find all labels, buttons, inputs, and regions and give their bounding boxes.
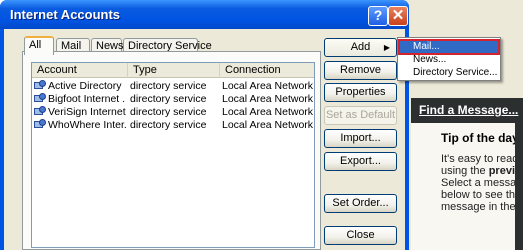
tip-text-line: using the previ <box>441 165 523 177</box>
tip-text-line: Select a message <box>441 177 523 189</box>
menu-item-news[interactable]: News... <box>400 54 498 66</box>
account-name-cell: VeriSign Internet ... <box>34 106 126 119</box>
table-row[interactable]: VeriSign Internet ... directory service … <box>32 106 314 119</box>
menu-item-mail[interactable]: Mail... <box>398 39 500 55</box>
account-name: Active Directory <box>48 80 122 92</box>
account-name: Bigfoot Internet ... <box>48 93 126 105</box>
table-row[interactable]: Bigfoot Internet ... directory service L… <box>32 93 314 106</box>
list-header: Account Type Connection <box>32 63 314 78</box>
directory-service-icon <box>34 106 46 115</box>
title-bar[interactable]: Internet Accounts ? ✕ <box>0 0 409 29</box>
close-button[interactable]: Close <box>324 226 397 245</box>
add-button[interactable]: Add ▶ <box>324 38 397 57</box>
close-icon: ✕ <box>391 7 405 24</box>
account-connection: Local Area Network <box>222 106 314 118</box>
tip-text-line: below to see the <box>441 189 522 201</box>
account-connection: Local Area Network <box>222 80 314 92</box>
account-type: directory service <box>130 93 207 105</box>
account-type: directory service <box>130 80 207 92</box>
background-toolbar <box>405 0 523 38</box>
account-name-cell: Active Directory <box>34 80 126 93</box>
tip-text-line: message in the p <box>441 201 523 213</box>
column-header-account[interactable]: Account <box>32 63 128 78</box>
column-header-type[interactable]: Type <box>128 63 220 78</box>
internet-accounts-dialog: Internet Accounts ? ✕ All Mail News Dire… <box>0 0 409 250</box>
find-message-link[interactable]: Find a Message... <box>411 100 523 120</box>
directory-service-icon <box>34 93 46 102</box>
tip-text-bold: previ <box>488 165 515 177</box>
add-button-label: Add <box>350 41 371 53</box>
tab-panel: Account Type Connection Active Directory… <box>22 51 321 250</box>
tip-text-prefix: using the <box>441 165 489 177</box>
account-type: directory service <box>130 119 207 131</box>
directory-service-icon <box>34 80 46 89</box>
menu-item-directory-service[interactable]: Directory Service... <box>400 67 498 79</box>
remove-button[interactable]: Remove <box>324 61 397 80</box>
tip-title: Tip of the day <box>441 131 519 145</box>
dialog-title: Internet Accounts <box>10 7 121 22</box>
add-submenu: Mail... News... Directory Service... <box>397 37 501 81</box>
accounts-list[interactable]: Account Type Connection Active Directory… <box>31 62 315 248</box>
account-connection: Local Area Network <box>222 93 314 105</box>
help-button[interactable]: ? <box>368 6 388 26</box>
directory-service-icon <box>34 119 46 128</box>
help-icon: ? <box>373 7 383 23</box>
table-row[interactable]: WhoWhere Inter... directory service Loca… <box>32 119 314 132</box>
tip-text-line: It's easy to read <box>441 153 519 165</box>
tab-all[interactable]: All <box>24 36 54 55</box>
export-button[interactable]: Export... <box>324 152 397 171</box>
account-name-cell: WhoWhere Inter... <box>34 119 126 132</box>
column-header-connection[interactable]: Connection <box>220 63 314 78</box>
tip-of-the-day-panel: Tip of the day It's easy to read using t… <box>411 123 523 250</box>
import-button[interactable]: Import... <box>324 129 397 148</box>
account-name-cell: Bigfoot Internet ... <box>34 93 126 106</box>
properties-button[interactable]: Properties <box>324 83 397 102</box>
account-connection: Local Area Network <box>222 119 314 131</box>
account-name: WhoWhere Inter... <box>48 119 126 131</box>
set-order-button[interactable]: Set Order... <box>324 194 397 213</box>
account-name: VeriSign Internet ... <box>48 106 126 118</box>
account-type: directory service <box>130 106 207 118</box>
dialog-body: All Mail News Directory Service Account … <box>4 29 405 250</box>
close-window-button[interactable]: ✕ <box>388 6 408 26</box>
submenu-arrow-icon: ▶ <box>383 43 390 52</box>
table-row[interactable]: Active Directory directory service Local… <box>32 80 314 93</box>
background-scrollbar[interactable] <box>515 123 523 250</box>
set-as-default-button[interactable]: Set as Default <box>324 106 397 125</box>
